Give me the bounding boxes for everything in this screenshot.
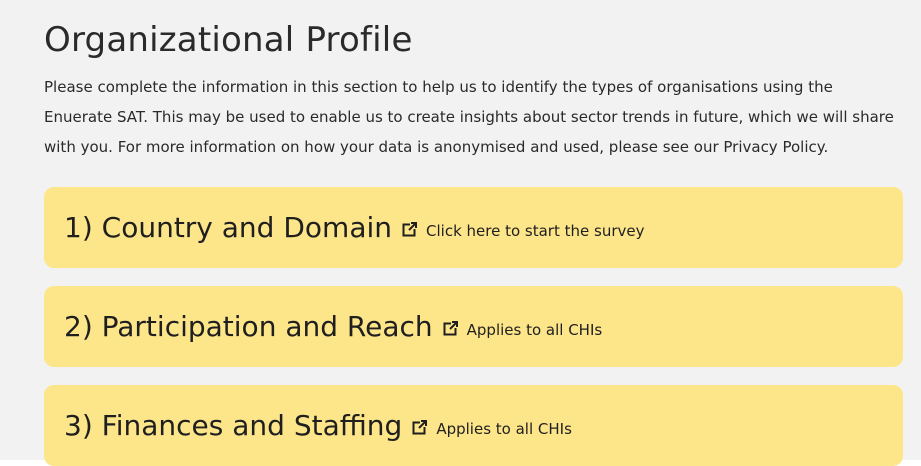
external-link-icon[interactable]	[412, 418, 429, 435]
survey-card-finances-staffing[interactable]: 3) Finances and Staffing Applies to all …	[44, 385, 903, 466]
page-title: Organizational Profile	[44, 20, 413, 60]
card-title[interactable]: 2) Participation and Reach	[64, 310, 433, 343]
page: Organizational Profile Please complete t…	[0, 0, 921, 466]
external-link-icon[interactable]	[443, 319, 459, 336]
card-title[interactable]: 1) Country and Domain	[64, 211, 392, 244]
survey-card-participation-reach[interactable]: 2) Participation and Reach Applies to al…	[44, 286, 903, 367]
survey-card-country-domain[interactable]: 1) Country and Domain Click here to star…	[44, 187, 903, 268]
card-subtitle[interactable]: Click here to start the survey	[426, 222, 644, 240]
section-content: Organizational Profile Please complete t…	[44, 18, 904, 162]
card-subtitle[interactable]: Applies to all CHIs	[467, 321, 603, 339]
external-link-icon[interactable]	[402, 220, 419, 237]
card-subtitle[interactable]: Applies to all CHIs	[436, 420, 572, 438]
card-title[interactable]: 3) Finances and Staffing	[64, 409, 402, 442]
section-intro: Please complete the information in this …	[44, 78, 894, 156]
